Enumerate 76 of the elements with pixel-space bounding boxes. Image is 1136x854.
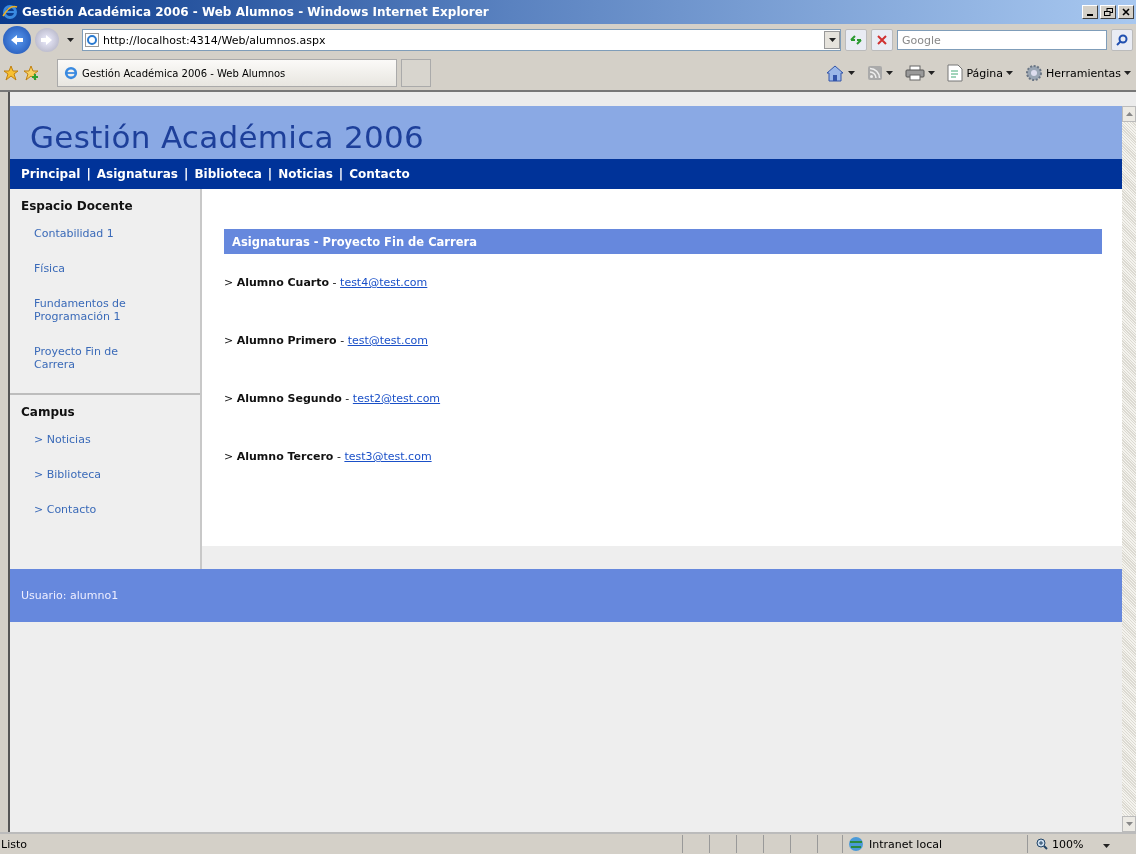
sidebar-link[interactable]: Fundamentos de Programación 1	[34, 293, 146, 341]
minimize-button[interactable]	[1082, 5, 1098, 19]
caret-icon	[928, 71, 936, 75]
status-text: Listo	[0, 837, 28, 851]
sidebar-link[interactable]: Contabilidad 1	[34, 223, 146, 258]
search-button[interactable]	[1111, 29, 1133, 51]
nav-link[interactable]: Principal	[21, 167, 81, 181]
zone-label: Intranet local	[869, 837, 942, 851]
stop-icon	[876, 34, 888, 46]
address-field[interactable]: http://localhost:4314/Web/alumnos.aspx	[82, 29, 841, 51]
section-title: Asignaturas - Proyecto Fin de Carrera	[224, 229, 1102, 254]
nav-link[interactable]: Biblioteca	[194, 167, 262, 181]
refresh-icon	[849, 34, 863, 46]
sidebar-link[interactable]: > Biblioteca	[34, 464, 146, 499]
window-title: Gestión Académica 2006 - Web Alumnos - Windows Internet Explorer	[22, 5, 490, 19]
caret-icon	[886, 71, 894, 75]
nav-separator: |	[86, 167, 91, 181]
scroll-up-button[interactable]	[1122, 106, 1136, 122]
search-field[interactable]: Google	[897, 30, 1107, 50]
nav-link[interactable]: Contacto	[349, 167, 410, 181]
page-icon	[947, 64, 964, 82]
nav-link[interactable]: Asignaturas	[96, 167, 178, 181]
email-link[interactable]: test3@test.com	[344, 450, 432, 463]
nav-separator: |	[184, 167, 189, 181]
caret-icon	[848, 71, 856, 75]
up-arrow-icon	[1125, 112, 1133, 116]
student-entry: > Alumno Segundo - test2@test.com	[224, 392, 442, 405]
close-button[interactable]	[1118, 5, 1134, 19]
user-label: Usuario: alumno1	[21, 589, 119, 602]
caret-icon	[67, 38, 74, 42]
nav-separator: |	[267, 167, 273, 181]
site-title: Gestión Académica 2006	[30, 119, 425, 155]
dropdown-button[interactable]	[824, 31, 840, 49]
caret-icon	[1006, 71, 1014, 75]
home-icon[interactable]	[825, 64, 846, 82]
student-entry: > Alumno Primero - test@test.com	[224, 334, 429, 347]
back-button[interactable]	[3, 26, 31, 54]
star-icon[interactable]	[3, 65, 19, 81]
student-entry: > Alumno Cuarto - test4@test.com	[224, 276, 429, 289]
printer-icon[interactable]	[905, 65, 926, 81]
student-entry: > Alumno Tercero - test3@test.com	[224, 450, 433, 463]
email-link[interactable]: test@test.com	[347, 334, 428, 347]
globe-icon	[847, 836, 865, 852]
back-arrow-icon	[10, 34, 24, 46]
email-link[interactable]: test4@test.com	[340, 276, 428, 289]
nav-link[interactable]: Noticias	[278, 167, 333, 181]
sidebar-link[interactable]: Física	[34, 258, 146, 293]
email-link[interactable]: test2@test.com	[352, 392, 441, 405]
command-menu[interactable]: Página	[945, 64, 1016, 82]
zoom-icon	[1036, 838, 1048, 850]
add-star-icon[interactable]	[23, 65, 39, 81]
nav-separator: |	[338, 167, 344, 181]
forward-arrow-icon	[41, 35, 53, 45]
browser-logo-icon	[2, 4, 18, 20]
gear-icon	[1025, 64, 1044, 82]
page-icon	[85, 33, 99, 47]
browser-logo-icon	[64, 66, 78, 80]
restore-icon	[1103, 8, 1113, 16]
restore-button[interactable]	[1100, 5, 1116, 19]
sidebar-link[interactable]: Proyecto Fin de Carrera	[34, 341, 146, 389]
stop-button[interactable]	[871, 29, 893, 51]
sidebar-heading: Espacio Docente	[21, 199, 134, 213]
command-menu[interactable]: Herramientas	[1023, 64, 1133, 82]
search-icon	[1116, 34, 1128, 46]
close-icon	[1122, 8, 1130, 16]
zoom-control[interactable]: 100%	[1027, 835, 1136, 853]
sidebar-heading: Campus	[21, 405, 76, 419]
scroll-down-button[interactable]	[1122, 816, 1136, 832]
down-arrow-icon	[1125, 822, 1133, 826]
refresh-button[interactable]	[845, 29, 867, 51]
sidebar-link[interactable]: > Contacto	[34, 499, 146, 534]
caret-icon	[828, 38, 836, 42]
browser-tab[interactable]: Gestión Académica 2006 - Web Alumnos	[57, 59, 397, 87]
sidebar-link[interactable]: > Noticias	[34, 429, 146, 464]
caret-icon	[1103, 843, 1111, 848]
caret-icon	[1124, 71, 1131, 75]
